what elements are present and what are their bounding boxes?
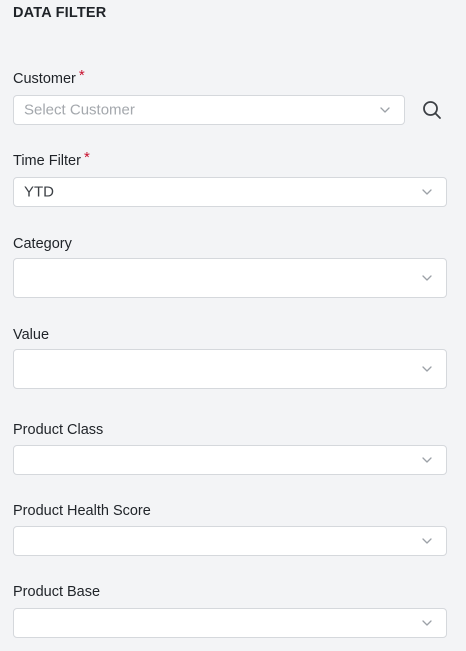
time-filter-select[interactable]: YTD bbox=[13, 177, 447, 207]
category-select[interactable] bbox=[13, 258, 447, 298]
product-health-score-select[interactable] bbox=[13, 526, 447, 556]
value-label: Value bbox=[13, 327, 50, 343]
chevron-down-icon bbox=[380, 107, 390, 113]
chevron-down-icon bbox=[422, 366, 432, 372]
product-base-label: Product Base bbox=[13, 584, 101, 600]
category-label: Category bbox=[13, 236, 72, 252]
customer-select-placeholder: Select Customer bbox=[24, 101, 135, 119]
time-filter-select-value: YTD bbox=[24, 183, 54, 201]
product-class-label: Product Class bbox=[13, 422, 104, 438]
chevron-down-icon bbox=[422, 620, 432, 626]
product-base-select[interactable] bbox=[13, 608, 447, 638]
required-marker: * bbox=[83, 149, 90, 166]
customer-label: Customer * bbox=[13, 67, 85, 87]
customer-select[interactable]: Select Customer bbox=[13, 95, 405, 125]
chevron-down-icon bbox=[422, 457, 432, 463]
customer-label-text: Customer bbox=[13, 71, 76, 87]
chevron-down-icon bbox=[422, 538, 432, 544]
time-filter-label-text: Time Filter bbox=[13, 153, 81, 169]
chevron-down-icon bbox=[422, 275, 432, 281]
product-class-select[interactable] bbox=[13, 445, 447, 475]
time-filter-label: Time Filter * bbox=[13, 149, 90, 169]
value-select[interactable] bbox=[13, 349, 447, 389]
required-marker: * bbox=[78, 67, 85, 84]
panel-title: DATA FILTER bbox=[13, 5, 107, 21]
search-icon[interactable] bbox=[420, 98, 444, 122]
chevron-down-icon bbox=[422, 189, 432, 195]
product-health-score-label: Product Health Score bbox=[13, 503, 151, 519]
